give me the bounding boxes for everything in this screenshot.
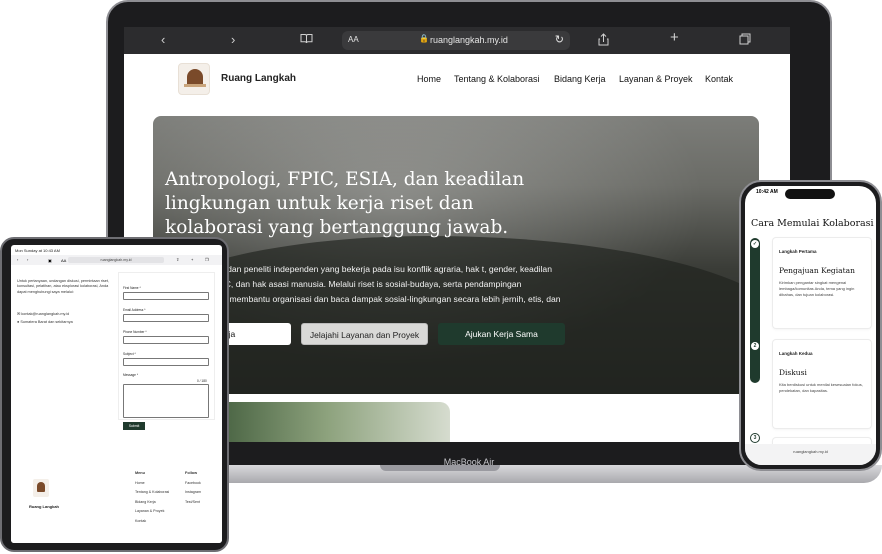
- share-icon[interactable]: ⇧: [176, 257, 179, 262]
- nav-tentang[interactable]: Tentang & Kolaborasi: [454, 74, 540, 84]
- step-card-1: Langkah Pertama Pengajuan Kegiatan Kirim…: [773, 238, 871, 328]
- tabs-icon[interactable]: ❐: [205, 257, 209, 262]
- steps-progress-rail: ✓ 2: [750, 238, 760, 383]
- section-image-thumbnail: [204, 402, 450, 442]
- submit-button[interactable]: Submit: [123, 422, 145, 430]
- footer-follow: Follow Facebook Instagram Test/Sent: [185, 469, 201, 507]
- hero-title: Antropologi, FPIC, ESIA, dan keadilan li…: [165, 169, 525, 238]
- footer-link-bidang[interactable]: Bidang Kerja: [135, 500, 156, 504]
- footer-link-kontak[interactable]: Kontak: [135, 519, 146, 523]
- footer-logo[interactable]: [33, 479, 49, 497]
- phone-address-bar[interactable]: ruanglangkah.my.id: [745, 449, 876, 454]
- contact-form: First Name * Email Address * Phone Numbe…: [119, 273, 214, 430]
- nav-bidang-kerja[interactable]: Bidang Kerja: [554, 74, 606, 84]
- message-textarea[interactable]: [123, 384, 209, 418]
- footer-link-facebook[interactable]: Facebook: [185, 481, 201, 485]
- footer-menu: Menu Home Tentang & Kolaborasi Bidang Ke…: [135, 469, 169, 526]
- phone-section-title: Cara Memulai Kolaborasi: [751, 218, 874, 229]
- chevron-right-icon[interactable]: ›: [231, 33, 235, 47]
- step-card-2: Langkah Kedua Diskusi Kita berdiskusi un…: [773, 340, 871, 428]
- phone-status-time: 10:42 AM: [756, 189, 778, 195]
- location-text: Sumatera Barat dan sekitarnya: [20, 320, 73, 324]
- subject-input[interactable]: [123, 358, 209, 366]
- reload-icon[interactable]: ↻: [555, 33, 564, 46]
- footer-brand: Ruang Langkah: [29, 504, 60, 509]
- site-logo[interactable]: [178, 63, 210, 95]
- first-name-label: First Name *: [123, 286, 141, 290]
- logo-base-stripe: [184, 84, 206, 87]
- text-size-button[interactable]: AA: [348, 35, 359, 44]
- lock-icon: 🔒: [419, 34, 429, 43]
- site-header: Ruang Langkah Home Tentang & Kolaborasi …: [124, 54, 790, 106]
- phone-screen: 10:42 AM Cara Memulai Kolaborasi ✓ 2 3 L…: [745, 186, 876, 465]
- tablet-screen: Mon Sunday at 10:43 AM ‹ › ▣ AA ruanglan…: [11, 245, 222, 543]
- share-icon[interactable]: [598, 33, 609, 49]
- address-bar[interactable]: AA 🔒 ruanglangkah.my.id ↻: [342, 31, 570, 50]
- step-1-check-icon: ✓: [751, 240, 759, 248]
- footer-link-home[interactable]: Home: [135, 481, 145, 485]
- chevron-left-icon[interactable]: ‹: [161, 33, 165, 47]
- phone-input[interactable]: [123, 336, 209, 344]
- tablet-contact-intro: Untuk pertanyaan, undangan diskusi, perm…: [17, 279, 110, 294]
- hero-button-kerja-sama[interactable]: Ajukan Kerja Sama: [438, 323, 565, 345]
- tabs-icon[interactable]: [739, 33, 751, 48]
- phone-browser-bar: [745, 444, 876, 465]
- nav-home[interactable]: Home: [417, 74, 441, 84]
- email-text[interactable]: kontak@ruanglangkah.my.id: [21, 312, 69, 316]
- step-2-marker: 2: [751, 342, 759, 350]
- plus-icon[interactable]: +: [670, 30, 679, 45]
- footer-follow-title: Follow: [185, 471, 198, 475]
- tablet-footer: Ruang Langkah Menu Home Tentang & Kolabo…: [11, 449, 222, 543]
- device-mockup-stage: MacBook Air ‹ › AA 🔒 ruanglangkah.my.id …: [0, 0, 882, 554]
- nav-layanan[interactable]: Layanan & Proyek: [619, 74, 693, 84]
- step-3-marker: 3: [751, 434, 759, 442]
- tablet-contact-location: ● Sumatera Barat dan sekitarnya: [17, 320, 73, 324]
- step-2-label: Langkah Kedua: [779, 351, 813, 356]
- step-1-label: Langkah Pertama: [779, 249, 817, 254]
- logo-figure-icon: [37, 482, 45, 492]
- browser-toolbar: ‹ › AA 🔒 ruanglangkah.my.id ↻ +: [124, 27, 790, 54]
- step-2-body: Kita berdiskusi untuk menilai kesesuaian…: [779, 382, 863, 393]
- url-text[interactable]: ruanglangkah.my.id: [430, 35, 508, 45]
- email-label: Email Address *: [123, 308, 146, 312]
- mail-icon: ✉: [17, 312, 21, 316]
- book-icon[interactable]: [300, 33, 313, 47]
- email-input[interactable]: [123, 314, 209, 322]
- phone-label: Phone Number *: [123, 330, 147, 334]
- site-brand[interactable]: Ruang Langkah: [221, 73, 296, 84]
- phone-dynamic-island: [785, 189, 835, 199]
- subject-label: Subject *: [123, 352, 136, 356]
- plus-icon[interactable]: +: [191, 257, 193, 262]
- step-1-heading: Pengajuan Kegiatan: [779, 266, 855, 275]
- footer-link-instagram[interactable]: Instagram: [185, 490, 201, 494]
- message-counter: 0 / 180: [197, 379, 207, 383]
- step-2-heading: Diskusi: [779, 368, 807, 377]
- laptop-thumb-notch: [380, 465, 500, 471]
- footer-menu-title: Menu: [135, 471, 145, 475]
- tablet-address-bar[interactable]: ruanglangkah.my.id: [68, 257, 164, 263]
- tablet-browser-bar: ‹ › ▣ AA ruanglangkah.my.id ⇧ + ❐: [11, 255, 222, 265]
- tablet-contact-email[interactable]: ✉ kontak@ruanglangkah.my.id: [17, 311, 69, 316]
- hero-banner: Antropologi, FPIC, ESIA, dan keadilan li…: [153, 116, 759, 394]
- chevron-right-icon[interactable]: ›: [27, 257, 28, 262]
- message-label: Message *: [123, 373, 139, 377]
- step-1-body: Kirimkan pengantar singkat mengenai lemb…: [779, 280, 855, 297]
- book-icon[interactable]: ▣: [48, 258, 52, 263]
- footer-link-tentang[interactable]: Tentang & Kolaborasi: [135, 490, 169, 494]
- hero-button-layanan[interactable]: Jelajahi Layanan dan Proyek: [301, 323, 428, 345]
- location-pin-icon: ●: [17, 320, 20, 324]
- tablet-status-time: Mon Sunday at 10:43 AM: [15, 248, 60, 253]
- chevron-left-icon[interactable]: ‹: [17, 257, 18, 262]
- footer-link-third[interactable]: Test/Sent: [185, 500, 200, 504]
- tablet-text-size[interactable]: AA: [61, 258, 66, 263]
- footer-link-layanan[interactable]: Layanan & Proyek: [135, 509, 164, 513]
- nav-kontak[interactable]: Kontak: [705, 74, 733, 84]
- first-name-input[interactable]: [123, 292, 209, 300]
